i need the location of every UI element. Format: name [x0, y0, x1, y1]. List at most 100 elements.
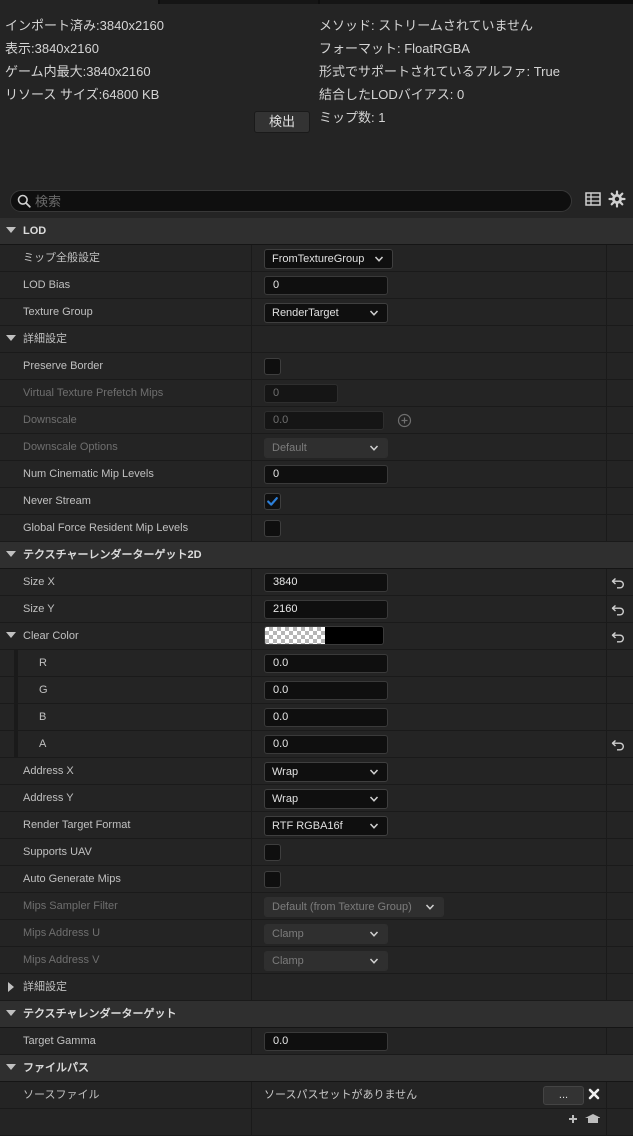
property-label: ミップ全般設定	[23, 252, 100, 264]
category-28[interactable]: 詳細設定	[0, 974, 633, 1001]
dropdown-value: Clamp	[272, 955, 304, 967]
property-row-1: ミップ全般設定 FromTextureGroup	[0, 245, 633, 272]
checkmark-icon	[267, 497, 278, 506]
property-label: A	[39, 738, 47, 750]
b-input[interactable]: 0.0	[264, 708, 388, 727]
chevron-down-icon	[369, 445, 379, 451]
property-label: Supports UAV	[23, 846, 92, 858]
dropdown-value: Default	[272, 442, 307, 454]
collapse-arrow-icon[interactable]	[6, 1064, 16, 1070]
property-row-downscale-options: Downscale Options Default	[0, 434, 633, 461]
property-label: LOD	[23, 225, 47, 237]
detect-button[interactable]: 検出	[254, 111, 310, 133]
chevron-down-icon	[425, 904, 435, 910]
num-cinematic-mip-levels-input[interactable]: 0	[264, 465, 388, 484]
search-box[interactable]	[10, 190, 572, 212]
property-label: Num Cinematic Mip Levels	[23, 468, 154, 480]
clear-color-swatch[interactable]	[264, 626, 384, 645]
property-label: Preserve Border	[23, 360, 104, 372]
reset-to-default-icon[interactable]	[611, 738, 625, 751]
table-view-icon[interactable]	[584, 190, 602, 208]
downscale-options-dropdown: Default	[264, 438, 388, 458]
collapse-arrow-icon[interactable]	[6, 1010, 16, 1016]
property-label: テクスチャレンダーターゲット	[23, 1008, 177, 1020]
never-stream-checkbox[interactable]	[264, 493, 281, 510]
browse-button[interactable]: ...	[543, 1086, 584, 1105]
property-row-auto-generate-mips: Auto Generate Mips	[0, 866, 633, 893]
auto-generate-mips-checkbox[interactable]	[264, 871, 281, 888]
property-label: Downscale Options	[23, 441, 118, 453]
clear-icon[interactable]	[587, 1087, 601, 1101]
chevron-down-icon	[369, 823, 379, 829]
search-input[interactable]	[35, 192, 555, 210]
collapse-arrow-icon[interactable]	[6, 551, 16, 557]
item-dropdown[interactable]: FromTextureGroup	[264, 249, 393, 269]
category-lod[interactable]: LOD	[0, 218, 633, 245]
file-action-icons[interactable]	[566, 1113, 600, 1123]
property-label: B	[39, 711, 47, 723]
property-row-a: A 0.0	[0, 731, 633, 758]
r-input[interactable]: 0.0	[264, 654, 388, 673]
property-row-lod-bias: LOD Bias 0	[0, 272, 633, 299]
property-row-mips-address-u: Mips Address U Clamp	[0, 920, 633, 947]
collapse-arrow-icon[interactable]	[6, 335, 16, 341]
render-target-format-dropdown[interactable]: RTF RGBA16f	[264, 816, 388, 836]
property-row-render-target-format: Render Target Format RTF RGBA16f	[0, 812, 633, 839]
mips-address-v-dropdown: Clamp	[264, 951, 388, 971]
property-row-address-y: Address Y Wrap	[0, 785, 633, 812]
property-row-preserve-border: Preserve Border	[0, 353, 633, 380]
dropdown-value: FromTextureGroup	[272, 253, 365, 265]
property-label: Downscale	[23, 414, 77, 426]
lod-bias-input[interactable]: 0	[264, 276, 388, 295]
property-label: G	[39, 684, 48, 696]
dropdown-value: Clamp	[272, 928, 304, 940]
supports-uav-checkbox[interactable]	[264, 844, 281, 861]
chevron-down-icon	[374, 256, 384, 262]
downscale-input: 0.0	[264, 411, 384, 430]
collapse-arrow-icon[interactable]	[6, 227, 16, 233]
category-31[interactable]: ファイルパス	[0, 1055, 633, 1082]
target-gamma-input[interactable]: 0.0	[264, 1032, 388, 1051]
info-displayed: 表示:3840x2160	[5, 41, 99, 56]
property-row-size-y: Size Y 2160	[0, 596, 633, 623]
texture-group-dropdown[interactable]: RenderTarget	[264, 303, 388, 323]
property-label: Size Y	[23, 603, 55, 615]
gear-icon[interactable]	[608, 190, 626, 208]
reset-to-default-icon[interactable]	[611, 630, 625, 643]
property-row-mips-address-v: Mips Address V Clamp	[0, 947, 633, 974]
preserve-border-checkbox[interactable]	[264, 358, 281, 375]
info-max-ingame: ゲーム内最大:3840x2160	[5, 64, 151, 79]
info-mip-count: ミップ数: 1	[319, 110, 386, 125]
property-label: Clear Color	[23, 630, 79, 642]
dropdown-value: Wrap	[272, 793, 299, 805]
global-force-resident-mip-levels-checkbox[interactable]	[264, 520, 281, 537]
expand-arrow-icon[interactable]	[8, 982, 14, 992]
property-row-virtual-texture-prefetch-mips: Virtual Texture Prefetch Mips 0	[0, 380, 633, 407]
dropdown-value: Wrap	[272, 766, 299, 778]
property-label: Global Force Resident Mip Levels	[23, 522, 189, 534]
property-label: ファイルパス	[23, 1062, 89, 1074]
property-label: Mips Address U	[23, 927, 101, 939]
info-resource-size: リソース サイズ:64800 KB	[5, 87, 160, 102]
property-label: Texture Group	[23, 306, 93, 318]
address-y-dropdown[interactable]: Wrap	[264, 789, 388, 809]
g-input[interactable]: 0.0	[264, 681, 388, 700]
size-x-input[interactable]: 3840	[264, 573, 388, 592]
category-2d[interactable]: テクスチャーレンダーターゲット2D	[0, 542, 633, 569]
property-row-downscale: Downscale 0.0	[0, 407, 633, 434]
category-29[interactable]: テクスチャレンダーターゲット	[0, 1001, 633, 1028]
reset-to-default-icon[interactable]	[611, 576, 625, 589]
collapse-arrow-icon[interactable]	[6, 632, 16, 638]
address-x-dropdown[interactable]: Wrap	[264, 762, 388, 782]
property-label: ソースファイル	[23, 1089, 100, 1101]
size-y-input[interactable]: 2160	[264, 600, 388, 619]
add-circle-icon	[397, 413, 412, 428]
alpha-checker	[265, 627, 325, 644]
reset-to-default-icon[interactable]	[611, 603, 625, 616]
dropdown-value: Default (from Texture Group)	[272, 901, 412, 913]
property-label: Never Stream	[23, 495, 91, 507]
category-4[interactable]: 詳細設定	[0, 326, 633, 353]
property-label: Address Y	[23, 792, 74, 804]
dropdown-value: RTF RGBA16f	[272, 820, 343, 832]
a-input[interactable]: 0.0	[264, 735, 388, 754]
